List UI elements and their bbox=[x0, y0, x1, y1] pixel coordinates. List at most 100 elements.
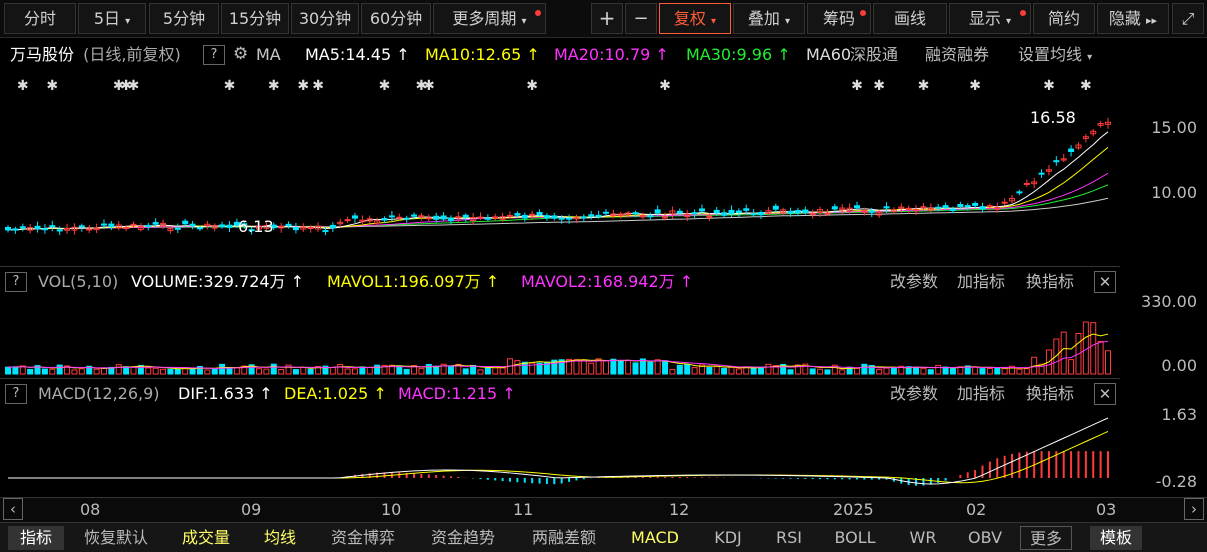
candle bbox=[189, 223, 196, 227]
candle bbox=[396, 216, 403, 219]
candle bbox=[942, 205, 949, 209]
notification-dot bbox=[860, 10, 866, 16]
macd-jiazhibiao-button[interactable]: 加指标 bbox=[957, 382, 1005, 406]
scroll-left-icon[interactable]: ‹ bbox=[3, 498, 23, 520]
candle bbox=[447, 217, 454, 222]
volume-bar bbox=[602, 360, 609, 375]
zoom-in-button[interactable]: + bbox=[591, 3, 623, 34]
help-button[interactable]: ? bbox=[5, 384, 27, 404]
candle bbox=[34, 225, 41, 230]
divider bbox=[0, 266, 1120, 267]
tab-wr[interactable]: WR bbox=[902, 526, 944, 550]
volume-bar bbox=[883, 367, 890, 375]
shengutong-button[interactable]: 深股通 bbox=[850, 43, 898, 67]
rongzi-button[interactable]: 融资融券 bbox=[925, 43, 989, 67]
tab-zijinqushi[interactable]: 资金趋势 bbox=[422, 526, 504, 550]
volume-bar bbox=[1023, 368, 1030, 375]
volume-bar bbox=[152, 367, 159, 375]
fullscreen-button[interactable]: ⤢ bbox=[1172, 3, 1204, 34]
tab-15min[interactable]: 15分钟 bbox=[221, 3, 289, 34]
candle bbox=[566, 217, 573, 220]
macd-chart[interactable] bbox=[0, 408, 1120, 494]
tab-fenshi[interactable]: 分时 bbox=[4, 3, 76, 34]
volume-bar bbox=[765, 363, 772, 375]
huaxian-button[interactable]: 画线 bbox=[873, 3, 947, 34]
chouma-button[interactable]: 筹码 bbox=[807, 3, 871, 34]
tab-template[interactable]: 模板 bbox=[1090, 526, 1142, 550]
event-marker: ✱ bbox=[1043, 78, 1055, 94]
tab-boll[interactable]: BOLL bbox=[826, 526, 884, 550]
candle bbox=[647, 215, 654, 218]
tab-macd[interactable]: MACD bbox=[624, 526, 686, 550]
candle bbox=[5, 226, 11, 231]
ma5-value: MA5:14.45 ↑ bbox=[305, 45, 410, 64]
price-chart[interactable]: ✱ ✱ ✱✱✱ ✱ ✱ ✱ ✱ ✱ ✱✱ ✱ ✱ ✱ ✱ ✱ ✱ ✱ ✱ bbox=[0, 70, 1120, 266]
fuquan-button[interactable]: 复权 ▾ bbox=[659, 3, 731, 34]
tab-rsi[interactable]: RSI bbox=[768, 526, 810, 550]
xianshi-button[interactable]: 显示 ▾ bbox=[949, 3, 1031, 34]
time-label: 10 bbox=[381, 500, 402, 519]
volume-bar bbox=[758, 366, 765, 375]
tab-zhibiao[interactable]: 指标 bbox=[8, 526, 64, 550]
macd-gaicanshu-button[interactable]: 改参数 bbox=[890, 382, 938, 406]
gear-icon[interactable]: ⚙ bbox=[233, 44, 248, 64]
shezhi-junxian-button[interactable]: 设置均线 ▾ bbox=[1018, 43, 1092, 67]
candle bbox=[145, 224, 152, 227]
tab-junxian[interactable]: 均线 bbox=[254, 526, 306, 550]
tab-more[interactable]: 更多 bbox=[1020, 526, 1072, 550]
volume-bar bbox=[41, 368, 48, 375]
diejia-button[interactable]: 叠加 ▾ bbox=[733, 3, 805, 34]
volume-bar bbox=[433, 365, 440, 375]
vol-close-icon[interactable]: ✕ bbox=[1094, 271, 1116, 293]
scroll-right-icon[interactable]: › bbox=[1184, 498, 1204, 520]
tab-60min[interactable]: 60分钟 bbox=[361, 3, 431, 34]
volume-bar bbox=[1053, 338, 1060, 375]
candle bbox=[411, 214, 418, 217]
vol-jiazhibiao-button[interactable]: 加指标 bbox=[957, 270, 1005, 294]
volume-bar bbox=[890, 367, 897, 375]
vol-gaicanshu-button[interactable]: 改参数 bbox=[890, 270, 938, 294]
vol-huanzhibiao-button[interactable]: 换指标 bbox=[1026, 270, 1074, 294]
chevron-down-icon: ▾ bbox=[521, 16, 527, 27]
volume-bar bbox=[145, 367, 152, 375]
event-marker: ✱ bbox=[379, 78, 391, 94]
tab-chengjiaoliang[interactable]: 成交量 bbox=[174, 526, 238, 550]
volume-bar bbox=[300, 366, 307, 375]
help-button[interactable]: ? bbox=[5, 272, 27, 292]
yincang-button[interactable]: 隐藏 ▸▸ bbox=[1097, 3, 1169, 34]
volume-bar bbox=[521, 361, 528, 375]
ma10-value: MA10:12.65 ↑ bbox=[425, 45, 540, 64]
vol-y-label: 330.00 bbox=[1141, 292, 1197, 311]
tab-5day[interactable]: 5日 ▾ bbox=[78, 3, 146, 34]
mavol1-text: MAVOL1:196.097万 bbox=[327, 272, 481, 291]
tab-huifu[interactable]: 恢复默认 bbox=[76, 526, 156, 550]
candle bbox=[787, 210, 794, 214]
tab-liangrong[interactable]: 两融差额 bbox=[522, 526, 606, 550]
tab-5min[interactable]: 5分钟 bbox=[149, 3, 219, 34]
volume-bar bbox=[1068, 359, 1075, 375]
help-button[interactable]: ? bbox=[203, 45, 225, 65]
volume-bar bbox=[130, 366, 137, 375]
candle bbox=[580, 216, 587, 219]
macd-close-icon[interactable]: ✕ bbox=[1094, 383, 1116, 405]
tab-30min[interactable]: 30分钟 bbox=[291, 3, 359, 34]
volume-bar bbox=[1097, 340, 1104, 375]
tab-obv[interactable]: OBV bbox=[962, 526, 1008, 550]
jianyue-button[interactable]: 简约 bbox=[1033, 3, 1095, 34]
tab-kdj[interactable]: KDJ bbox=[704, 526, 752, 550]
zoom-out-button[interactable]: − bbox=[625, 3, 657, 34]
volume-bar bbox=[71, 369, 78, 375]
tab-zijinboyi[interactable]: 资金博弈 bbox=[322, 526, 404, 550]
candle bbox=[964, 205, 971, 208]
fullscreen-icon: ⤢ bbox=[1181, 9, 1195, 28]
more-period-button[interactable]: 更多周期 ▾ bbox=[433, 3, 546, 34]
time-label: 11 bbox=[513, 500, 534, 519]
volume-bar bbox=[662, 360, 669, 375]
volume-bar bbox=[1060, 331, 1067, 375]
macd-huanzhibiao-button[interactable]: 换指标 bbox=[1026, 382, 1074, 406]
candle bbox=[477, 216, 484, 219]
candle bbox=[558, 217, 565, 220]
volume-chart[interactable] bbox=[0, 296, 1120, 376]
ma30-value: MA30:9.96 ↑ bbox=[686, 45, 791, 64]
candle bbox=[381, 218, 388, 221]
